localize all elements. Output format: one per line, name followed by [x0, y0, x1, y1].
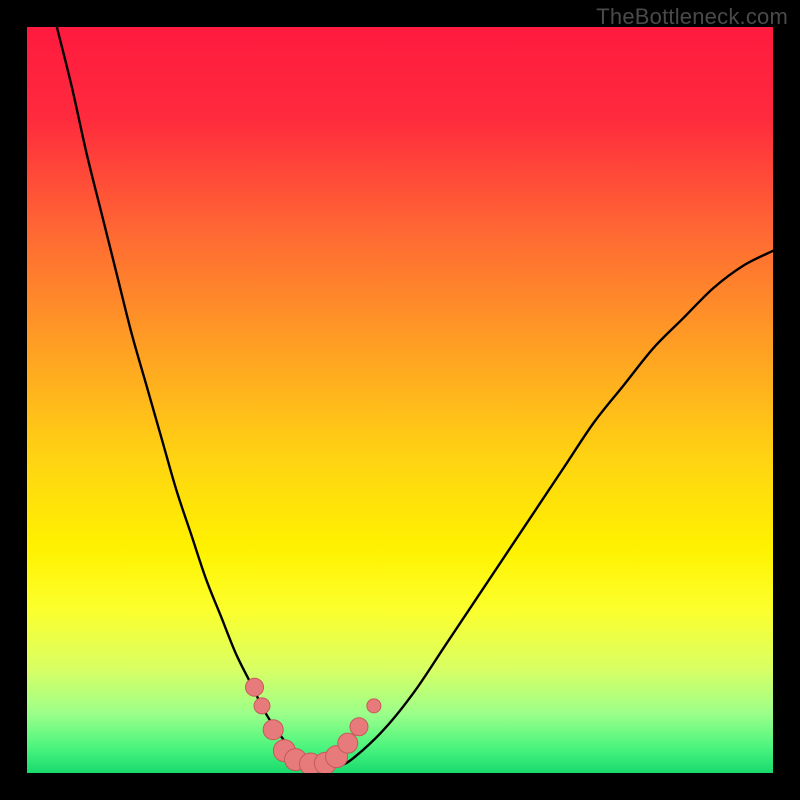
chart-svg — [27, 27, 773, 773]
outer-frame: TheBottleneck.com — [0, 0, 800, 800]
plot-area — [27, 27, 773, 773]
marker-point — [254, 698, 270, 714]
marker-point — [246, 678, 264, 696]
marker-point — [338, 733, 358, 753]
marker-point — [263, 720, 283, 740]
gradient-bg — [27, 27, 773, 773]
marker-point — [367, 699, 381, 713]
watermark-text: TheBottleneck.com — [596, 4, 788, 30]
marker-point — [350, 718, 368, 736]
